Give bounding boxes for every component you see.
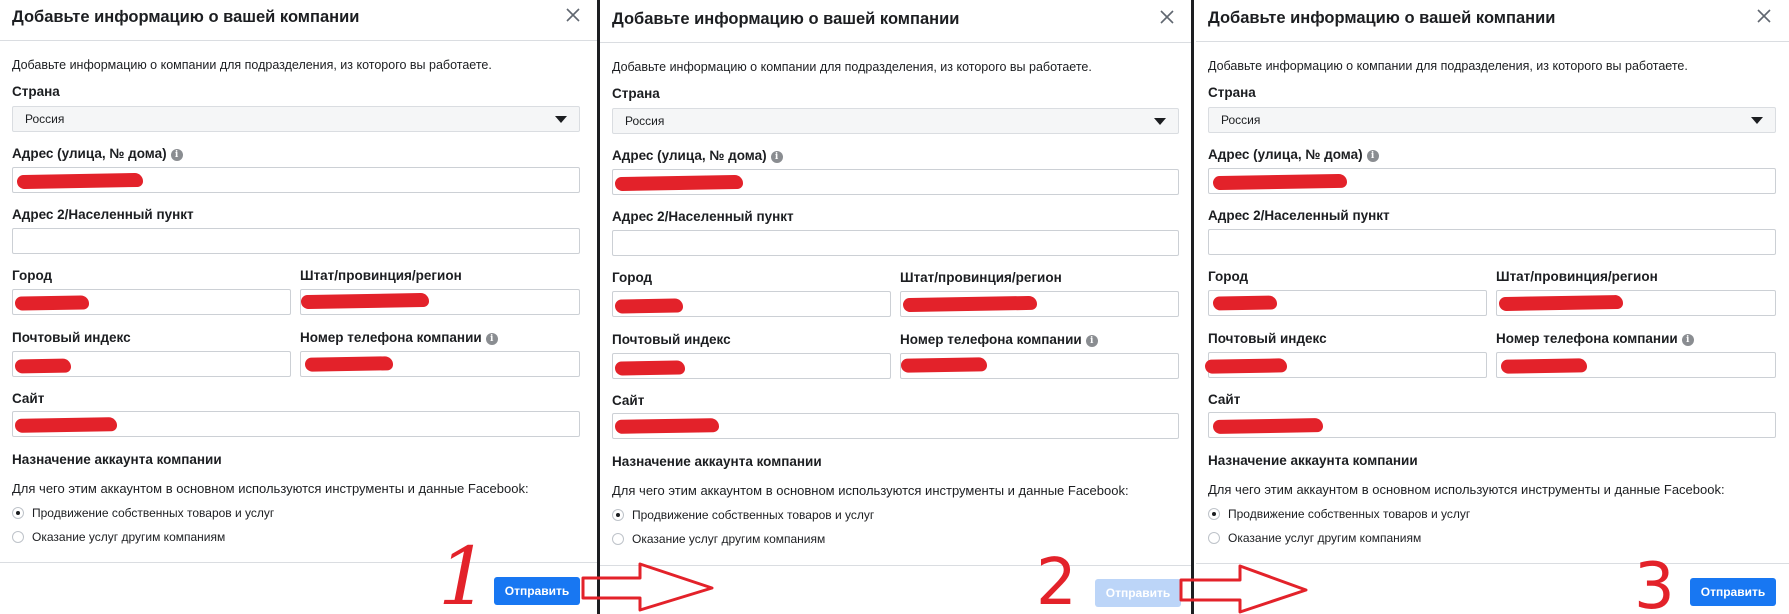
annotation-layer: 1 2 3 bbox=[438, 530, 1675, 614]
step-number-2: 2 bbox=[1036, 546, 1077, 614]
arrow-icon bbox=[581, 562, 714, 612]
step-number-1: 1 bbox=[438, 530, 489, 614]
arrow-icon bbox=[1179, 564, 1308, 614]
step-number-3: 3 bbox=[1634, 550, 1675, 614]
